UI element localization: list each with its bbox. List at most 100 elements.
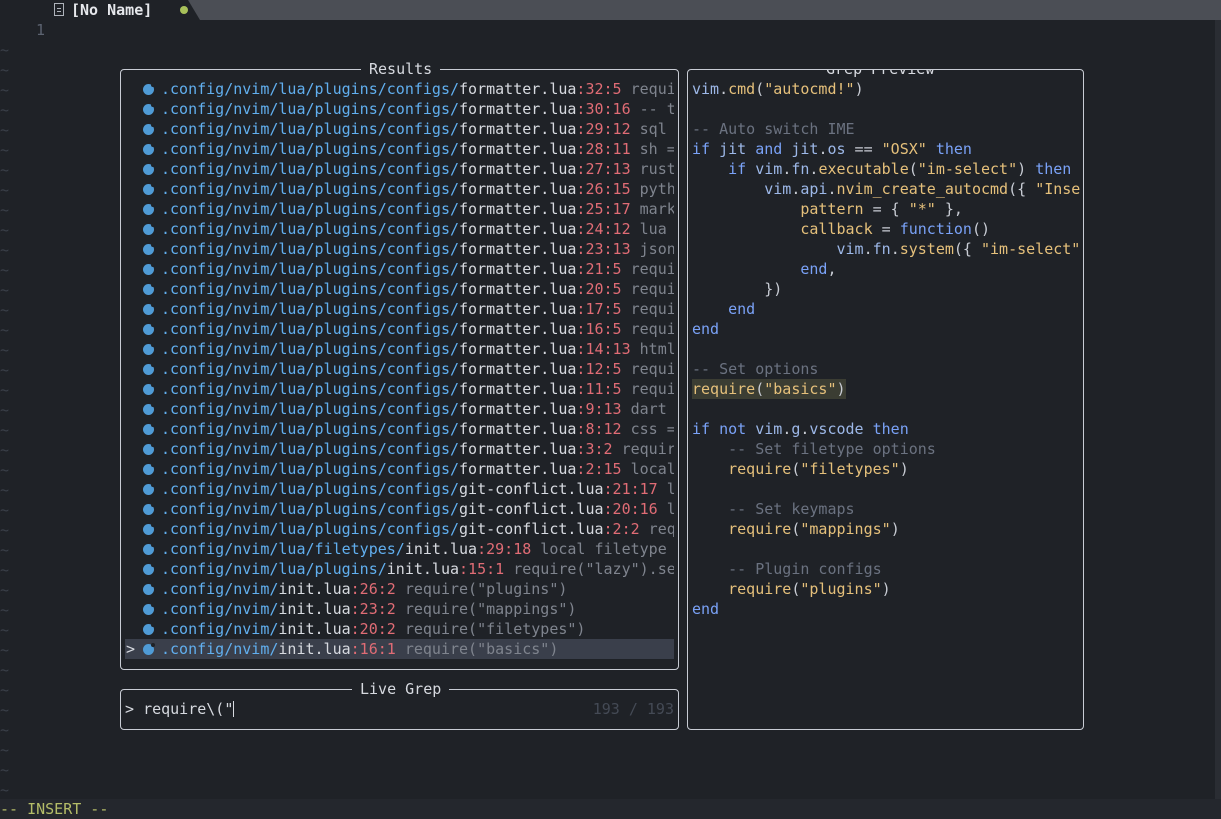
- text-cursor: [233, 701, 235, 717]
- result-text: .config/nvim/init.lua:16:1 require("basi…: [161, 639, 558, 659]
- result-row[interactable]: .config/nvim/lua/plugins/configs/formatt…: [125, 399, 674, 419]
- result-row[interactable]: .config/nvim/lua/plugins/configs/formatt…: [125, 99, 674, 119]
- result-snippet: requi: [621, 260, 674, 278]
- result-file: formatter.lua: [459, 160, 577, 178]
- result-snippet: require("lazy").se: [504, 560, 674, 578]
- filler-tilde: ~: [0, 341, 10, 359]
- result-file: init.lua: [404, 540, 478, 558]
- result-row[interactable]: .config/nvim/lua/plugins/configs/formatt…: [125, 239, 674, 259]
- filler-tilde: ~: [0, 701, 10, 719]
- result-snippet: pyth: [630, 180, 674, 198]
- result-dir: .config/nvim/lua/filetypes/: [161, 540, 405, 558]
- lua-icon: [143, 503, 155, 515]
- preview-line: end: [692, 320, 720, 338]
- filler-tilde: ~: [0, 101, 10, 119]
- result-dir: .config/nvim/lua/plugins/configs/: [161, 500, 460, 518]
- result-text: .config/nvim/lua/plugins/configs/formatt…: [161, 199, 674, 219]
- result-snippet: css =: [621, 420, 674, 438]
- result-dir: .config/nvim/lua/plugins/configs/: [161, 240, 460, 258]
- result-file: formatter.lua: [459, 440, 577, 458]
- lua-icon: [143, 383, 155, 395]
- result-text: .config/nvim/lua/plugins/configs/formatt…: [161, 359, 674, 379]
- grep-preview-panel: Grep Preview vim.cmd("autocmd!") -- Auto …: [687, 69, 1084, 730]
- result-row[interactable]: .config/nvim/lua/plugins/configs/formatt…: [125, 279, 674, 299]
- filler-tilde: ~: [0, 721, 10, 739]
- result-dir: .config/nvim/lua/plugins/configs/: [161, 300, 460, 318]
- preview-line: end: [728, 300, 756, 318]
- result-snippet: require("basics"): [395, 640, 559, 658]
- result-row-selected[interactable]: > .config/nvim/init.lua:16:1 require("bas…: [125, 639, 674, 659]
- live-grep-title: Live Grep: [352, 679, 450, 699]
- result-text: .config/nvim/init.lua:23:2 require("mapp…: [161, 599, 576, 619]
- result-dir: .config/nvim/lua/plugins/: [161, 560, 387, 578]
- result-file: git-conflict.lua: [459, 480, 604, 498]
- result-position: :20:16: [603, 500, 658, 518]
- file-icon: [54, 3, 64, 16]
- lua-icon: [143, 483, 155, 495]
- result-file: formatter.lua: [459, 260, 577, 278]
- preview-line-match: require("basics"): [692, 379, 846, 399]
- result-text: .config/nvim/lua/plugins/configs/formatt…: [161, 459, 674, 479]
- result-row[interactable]: .config/nvim/lua/plugins/configs/formatt…: [125, 259, 674, 279]
- result-dir: .config/nvim/lua/plugins/configs/: [161, 480, 460, 498]
- result-row[interactable]: .config/nvim/lua/plugins/configs/formatt…: [125, 359, 674, 379]
- preview-line: vim.cmd("autocmd!"): [692, 80, 864, 98]
- result-row[interactable]: .config/nvim/lua/plugins/configs/formatt…: [125, 219, 674, 239]
- result-dir: .config/nvim/: [161, 600, 279, 618]
- result-row[interactable]: .config/nvim/lua/filetypes/init.lua:29:1…: [125, 539, 674, 559]
- prompt-caret: >: [125, 700, 135, 718]
- result-row[interactable]: .config/nvim/lua/plugins/configs/formatt…: [125, 179, 674, 199]
- filler-tilde: ~: [0, 181, 10, 199]
- result-dir: .config/nvim/lua/plugins/configs/: [161, 440, 460, 458]
- filler-tilde: ~: [0, 401, 10, 419]
- line-number: 1: [36, 21, 46, 39]
- result-row[interactable]: .config/nvim/lua/plugins/configs/formatt…: [125, 339, 674, 359]
- lua-icon: [143, 323, 155, 335]
- result-row[interactable]: .config/nvim/lua/plugins/configs/git-con…: [125, 499, 674, 519]
- result-position: :11:5: [576, 380, 622, 398]
- result-row[interactable]: .config/nvim/lua/plugins/configs/formatt…: [125, 419, 674, 439]
- result-position: :16:5: [576, 320, 622, 338]
- result-snippet: html: [630, 340, 674, 358]
- result-text: .config/nvim/lua/plugins/configs/formatt…: [161, 99, 674, 119]
- result-row[interactable]: .config/nvim/lua/plugins/configs/formatt…: [125, 199, 674, 219]
- result-row[interactable]: .config/nvim/lua/plugins/configs/formatt…: [125, 159, 674, 179]
- filler-tilde: ~: [0, 381, 10, 399]
- result-row[interactable]: .config/nvim/lua/plugins/configs/formatt…: [125, 439, 674, 459]
- result-snippet: l: [657, 480, 674, 498]
- result-file: formatter.lua: [459, 460, 577, 478]
- preview-line: -- Set options: [692, 360, 819, 378]
- result-row[interactable]: .config/nvim/lua/plugins/configs/formatt…: [125, 79, 674, 99]
- result-file: formatter.lua: [459, 380, 577, 398]
- result-dir: .config/nvim/: [161, 620, 279, 638]
- result-row[interactable]: .config/nvim/init.lua:26:2 require("plug…: [125, 579, 674, 599]
- lua-icon: [143, 523, 155, 535]
- result-row[interactable]: .config/nvim/lua/plugins/configs/formatt…: [125, 299, 674, 319]
- filler-tilde: ~: [0, 321, 10, 339]
- buffer-tab[interactable]: [No Name]: [0, 0, 200, 20]
- result-position: :2:2: [603, 520, 640, 538]
- result-row[interactable]: .config/nvim/lua/plugins/configs/formatt…: [125, 459, 674, 479]
- result-row[interactable]: .config/nvim/lua/plugins/init.lua:15:1 r…: [125, 559, 674, 579]
- result-row[interactable]: .config/nvim/lua/plugins/configs/git-con…: [125, 479, 674, 499]
- result-row[interactable]: .config/nvim/lua/plugins/configs/formatt…: [125, 139, 674, 159]
- result-text: .config/nvim/lua/plugins/configs/formatt…: [161, 119, 667, 139]
- filler-tilde: ~: [0, 621, 10, 639]
- result-snippet: requi: [621, 360, 674, 378]
- result-dir: .config/nvim/lua/plugins/configs/: [161, 400, 460, 418]
- result-row[interactable]: .config/nvim/lua/plugins/configs/git-con…: [125, 519, 674, 539]
- result-text: .config/nvim/lua/plugins/configs/formatt…: [161, 299, 674, 319]
- result-text: .config/nvim/lua/plugins/configs/git-con…: [161, 499, 674, 519]
- result-row[interactable]: .config/nvim/init.lua:23:2 require("mapp…: [125, 599, 674, 619]
- search-input[interactable]: > require\(": [125, 699, 235, 719]
- result-row[interactable]: .config/nvim/lua/plugins/configs/formatt…: [125, 119, 674, 139]
- result-snippet: json: [630, 240, 674, 258]
- result-file: init.lua: [278, 600, 351, 618]
- result-row[interactable]: .config/nvim/lua/plugins/configs/formatt…: [125, 319, 674, 339]
- scrollbar[interactable]: [1215, 20, 1221, 799]
- result-row[interactable]: .config/nvim/init.lua:20:2 require("file…: [125, 619, 674, 639]
- result-row[interactable]: .config/nvim/lua/plugins/configs/formatt…: [125, 379, 674, 399]
- lua-icon: [143, 463, 155, 475]
- result-position: :21:5: [576, 260, 622, 278]
- result-text: .config/nvim/lua/plugins/configs/git-con…: [161, 519, 674, 539]
